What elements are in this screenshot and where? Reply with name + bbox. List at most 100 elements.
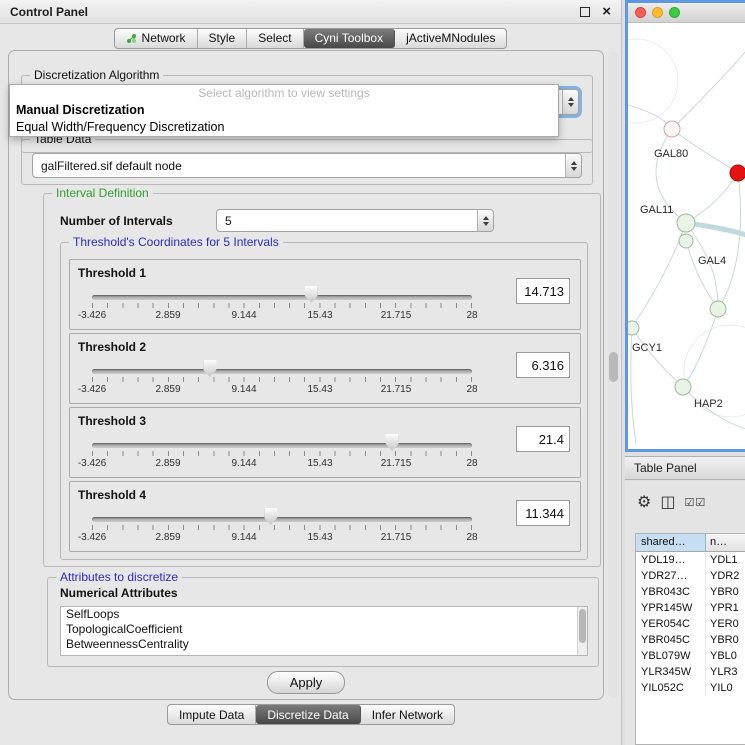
table-row[interactable]: YBR043CYBR0 (636, 584, 745, 600)
node-hap2[interactable] (675, 379, 691, 395)
table-data-combobox[interactable]: galFiltered.sif default node (32, 153, 582, 178)
numerical-attributes-list[interactable]: SelfLoopsTopologicalCoefficientBetweenne… (60, 606, 588, 656)
slider-track[interactable] (92, 369, 472, 374)
cell-shared-name[interactable]: YLR345W (636, 664, 706, 680)
number-of-intervals-combobox[interactable]: 5 (216, 209, 494, 232)
close-icon[interactable]: × (602, 7, 611, 17)
tab-style[interactable]: Style (198, 29, 248, 48)
thresholds-group-title: Threshold's Coordinates for 5 Intervals (69, 235, 283, 249)
node-red-selected[interactable] (730, 165, 745, 181)
cell-shared-name[interactable]: YDL19… (636, 552, 706, 568)
slider-thumb[interactable] (264, 508, 277, 525)
tab-cyni-toolbox[interactable]: Cyni Toolbox (304, 29, 395, 48)
control-panel: Control Panel × NetworkStyleSelectCyni T… (0, 0, 622, 745)
interval-definition-group: Interval Definition Number of Intervals … (43, 193, 601, 567)
table-toolbar: ⚙ ◫ ☑☑ (637, 491, 706, 513)
tab-jactivemnodules[interactable]: jActiveMNodules (395, 29, 506, 48)
list-scrollbar[interactable] (577, 607, 587, 655)
cell-name[interactable]: YLR3 (706, 664, 745, 680)
node-gal80[interactable] (664, 121, 680, 137)
scale-label: -3.426 (78, 532, 106, 543)
algorithm-option[interactable]: Equal Width/Frequency Discretization (10, 119, 558, 136)
threshold-value-input[interactable] (516, 500, 570, 526)
network-canvas[interactable]: GAL80 GAL11 GAL4 GCY1 HAP2 (628, 23, 745, 449)
node-table[interactable]: shared… n… YDL19…YDL1YDR27…YDR2YBR043CYB… (635, 533, 745, 745)
cell-name[interactable]: YBR0 (706, 632, 745, 648)
cell-name[interactable]: YDR2 (706, 568, 745, 584)
algorithm-placeholder-option[interactable]: Select algorithm to view settings (10, 85, 558, 102)
cell-shared-name[interactable]: YBR043C (636, 584, 706, 600)
threshold-value-input[interactable] (516, 352, 570, 378)
threshold-panel: Threshold 4-3.4262.8599.14415.4321.71528 (69, 481, 581, 552)
threshold-slider[interactable]: -3.4262.8599.14415.4321.71528 (92, 286, 472, 328)
threshold-slider[interactable]: -3.4262.8599.14415.4321.71528 (92, 508, 472, 550)
cell-shared-name[interactable]: YER054C (636, 616, 706, 632)
cell-shared-name[interactable]: YBR045C (636, 632, 706, 648)
cell-name[interactable]: YBR0 (706, 584, 745, 600)
node-gal4[interactable] (679, 234, 693, 248)
columns-icon[interactable]: ◫ (660, 493, 675, 511)
slider-track[interactable] (92, 295, 472, 300)
table-row[interactable]: YBR045CYBR0 (636, 632, 745, 648)
node-gal11[interactable] (677, 214, 695, 232)
cell-shared-name[interactable]: YIL052C (636, 680, 706, 696)
gear-icon[interactable]: ⚙ (637, 493, 651, 511)
tab-infer-network[interactable]: Infer Network (361, 705, 454, 724)
cell-name[interactable]: YER0 (706, 616, 745, 632)
algorithm-dropdown-popup: Select algorithm to view settings Manual… (9, 84, 559, 137)
cell-shared-name[interactable]: YPR145W (636, 600, 706, 616)
attribute-list-item[interactable]: TopologicalCoefficient (61, 622, 587, 637)
table-row[interactable]: YER054CYER0 (636, 616, 745, 632)
tab-label: Infer Network (372, 708, 443, 722)
column-header-name[interactable]: n… (706, 534, 745, 551)
node-gcy1[interactable] (628, 321, 639, 335)
select-columns-icon[interactable]: ☑☑ (684, 496, 706, 509)
cell-name[interactable]: YDL1 (706, 552, 745, 568)
scale-label: 9.144 (231, 310, 256, 321)
threshold-slider[interactable]: -3.4262.8599.14415.4321.71528 (92, 360, 472, 402)
apply-button[interactable]: Apply (267, 671, 346, 694)
tab-impute-data[interactable]: Impute Data (168, 705, 256, 724)
threshold-value-input[interactable] (516, 426, 570, 452)
threshold-slider[interactable]: -3.4262.8599.14415.4321.71528 (92, 434, 472, 476)
table-row[interactable]: YDR27…YDR2 (636, 568, 745, 584)
attribute-list-item[interactable]: SelfLoops (61, 607, 587, 622)
table-row[interactable]: YIL052CYIL0 (636, 680, 745, 696)
slider-track[interactable] (92, 517, 472, 522)
cell-name[interactable]: YIL0 (706, 680, 745, 696)
slider-track[interactable] (92, 443, 472, 448)
interval-group-title: Interval Definition (52, 186, 153, 200)
cell-name[interactable]: YBL0 (706, 648, 745, 664)
tab-discretize-data[interactable]: Discretize Data (256, 705, 360, 724)
node[interactable] (710, 301, 726, 317)
attribute-list-item[interactable]: BetweennessCentrality (61, 637, 587, 652)
algorithm-option[interactable]: Manual Discretization (10, 102, 558, 119)
float-window-icon[interactable] (580, 7, 590, 17)
cell-shared-name[interactable]: YBL079W (636, 648, 706, 664)
slider-thumb[interactable] (386, 434, 399, 451)
close-traffic-light-icon[interactable] (635, 7, 646, 18)
table-row[interactable]: YBL079WYBL0 (636, 648, 745, 664)
tab-network[interactable]: Network (115, 29, 198, 48)
threshold-panel: Threshold 2-3.4262.8599.14415.4321.71528 (69, 333, 581, 404)
table-row[interactable]: YPR145WYPR1 (636, 600, 745, 616)
slider-thumb[interactable] (305, 286, 318, 303)
slider-scale: -3.4262.8599.14415.4321.71528 (92, 310, 472, 323)
network-view-window[interactable]: GAL80 GAL11 GAL4 GCY1 HAP2 (625, 0, 745, 452)
scale-label: 2.859 (155, 532, 180, 543)
control-panel-scrollbar[interactable] (608, 52, 619, 698)
column-header-shared-name[interactable]: shared… (636, 534, 706, 551)
bottom-tabbar: Impute DataDiscretize Data Infer Network (0, 704, 622, 725)
scale-label: 2.859 (155, 458, 180, 469)
zoom-traffic-light-icon[interactable] (669, 7, 680, 18)
table-row[interactable]: YLR345WYLR3 (636, 664, 745, 680)
tab-select[interactable]: Select (247, 29, 303, 48)
cell-shared-name[interactable]: YDR27… (636, 568, 706, 584)
slider-thumb[interactable] (203, 360, 216, 377)
table-row[interactable]: YDL19…YDL1 (636, 552, 745, 568)
numerical-attributes-label: Numerical Attributes (60, 586, 178, 600)
cell-name[interactable]: YPR1 (706, 600, 745, 616)
minimize-traffic-light-icon[interactable] (652, 7, 663, 18)
threshold-value-input[interactable] (516, 278, 570, 304)
node-label-gal4: GAL4 (698, 255, 726, 267)
